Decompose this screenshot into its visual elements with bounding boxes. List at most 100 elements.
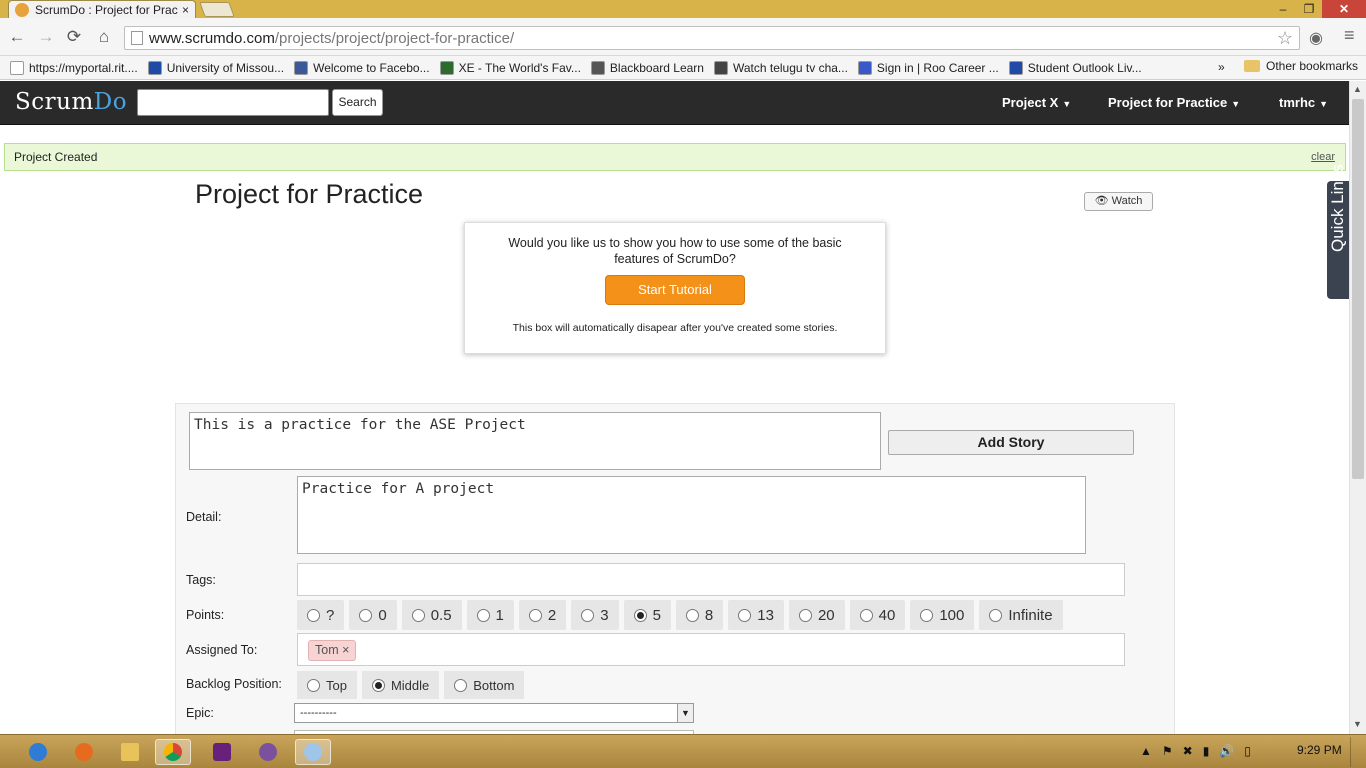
volume-icon[interactable]: 🔊 xyxy=(1219,744,1234,758)
browser-tab[interactable]: ScrumDo : Project for Prac × xyxy=(8,0,196,18)
show-desktop-button[interactable] xyxy=(1350,737,1362,767)
menu-icon[interactable]: ≡ xyxy=(1344,25,1355,46)
add-story-button[interactable]: Add Story xyxy=(888,430,1134,455)
home-icon[interactable]: ⌂ xyxy=(93,27,115,49)
points-radio[interactable] xyxy=(411,608,425,622)
power-icon[interactable]: ▯ xyxy=(1244,744,1251,758)
points-option[interactable]: ? xyxy=(297,600,345,630)
points-option[interactable]: Infinite xyxy=(979,600,1063,630)
scrollbar-thumb[interactable] xyxy=(1352,99,1364,479)
points-radio[interactable] xyxy=(476,608,490,622)
backlog-option[interactable]: Middle xyxy=(361,671,440,699)
points-radio[interactable] xyxy=(989,608,1003,622)
scroll-down-icon[interactable]: ▼ xyxy=(1353,719,1362,729)
assigned-to-input[interactable]: Tom × xyxy=(297,633,1125,666)
quick-links-tab[interactable]: Quick Links xyxy=(1327,164,1349,299)
minimize-button[interactable]: – xyxy=(1270,0,1296,18)
restore-button[interactable]: ❐ xyxy=(1296,0,1322,18)
epic-select[interactable]: ---------- ▼ xyxy=(294,703,694,723)
remove-assignee-icon[interactable]: × xyxy=(342,643,349,657)
extension-icon[interactable]: ◉ xyxy=(1309,28,1323,48)
points-radio[interactable] xyxy=(307,608,320,622)
bookmark-favicon-icon xyxy=(10,60,24,75)
backlog-option-label: Top xyxy=(326,677,347,693)
bookmark-item[interactable]: University of Missou... xyxy=(147,60,284,75)
menu-project-for-practice[interactable]: Project for Practice ▼ xyxy=(1108,95,1240,110)
bookmark-item[interactable]: Sign in | Roo Career ... xyxy=(857,60,999,75)
backlog-radio[interactable] xyxy=(307,678,320,692)
visual-studio-icon[interactable] xyxy=(204,739,240,765)
bookmark-item[interactable]: https://myportal.rit.... xyxy=(10,60,138,75)
points-option[interactable]: 1 xyxy=(466,600,514,630)
bookmark-item[interactable]: Student Outlook Liv... xyxy=(1008,60,1142,75)
scrumdo-favicon-icon xyxy=(15,2,29,17)
points-option[interactable]: 100 xyxy=(910,600,975,630)
points-radio[interactable] xyxy=(359,608,373,622)
tab-close-icon[interactable]: × xyxy=(182,3,189,17)
clock[interactable]: 9:29 PM xyxy=(1297,743,1342,757)
points-option[interactable]: 5 xyxy=(623,600,671,630)
points-radio[interactable] xyxy=(685,608,699,622)
other-bookmarks[interactable]: Other bookmarks xyxy=(1244,59,1358,73)
backlog-radio[interactable] xyxy=(371,678,385,692)
menu-user[interactable]: tmrhc ▼ xyxy=(1279,95,1328,110)
points-radio[interactable] xyxy=(859,608,873,622)
bookmark-item[interactable]: Blackboard Learn xyxy=(590,60,704,75)
story-summary-input[interactable]: This is a practice for the ASE Project xyxy=(189,412,881,470)
points-radio[interactable] xyxy=(920,608,934,622)
watch-button[interactable]: 👁 Watch xyxy=(1084,192,1153,211)
points-option[interactable]: 0.5 xyxy=(401,600,462,630)
bookmark-star-icon[interactable]: ☆ xyxy=(1277,28,1293,49)
detail-label: Detail: xyxy=(186,510,222,524)
points-option[interactable]: 0 xyxy=(349,600,397,630)
network-error-icon[interactable]: ✖ xyxy=(1183,744,1193,758)
bookmark-label: Student Outlook Liv... xyxy=(1027,60,1142,75)
scroll-up-icon[interactable]: ▲ xyxy=(1353,84,1362,94)
backlog-radio[interactable] xyxy=(454,678,468,692)
backlog-option[interactable]: Bottom xyxy=(444,671,525,699)
action-center-flag-icon[interactable]: ⚑ xyxy=(1162,744,1173,758)
chrome-icon[interactable] xyxy=(155,739,191,765)
points-radio[interactable] xyxy=(528,608,542,622)
firefox-icon[interactable] xyxy=(66,739,102,765)
points-radio[interactable] xyxy=(581,608,595,622)
backlog-option[interactable]: Top xyxy=(297,671,357,699)
points-option[interactable]: 40 xyxy=(849,600,906,630)
windows-taskbar: ▲ ⚑ ✖ ▮ 🔊 ▯ 9:29 PM xyxy=(0,734,1366,768)
back-arrow-icon[interactable]: ← xyxy=(6,27,28,49)
bookmark-item[interactable]: Watch telugu tv cha... xyxy=(713,60,848,75)
scrumdo-logo[interactable]: ScrumDo xyxy=(15,89,127,115)
new-tab-button[interactable] xyxy=(199,2,235,17)
address-bar[interactable]: www.scrumdo.com/projects/project/project… xyxy=(124,26,1300,50)
signal-icon[interactable]: ▮ xyxy=(1203,744,1210,758)
app-search-button[interactable]: Search xyxy=(332,89,383,116)
points-radio[interactable] xyxy=(798,608,812,622)
points-option-label: 13 xyxy=(757,606,774,624)
start-tutorial-button[interactable]: Start Tutorial xyxy=(605,275,745,305)
points-radio[interactable] xyxy=(633,608,647,622)
bookmark-item[interactable]: Welcome to Facebo... xyxy=(294,60,430,75)
bookmark-item[interactable]: XE - The World's Fav... xyxy=(439,60,581,75)
paint-icon[interactable] xyxy=(295,739,331,765)
url-host: www.scrumdo.com xyxy=(149,29,275,47)
detail-input[interactable]: Practice for A project xyxy=(297,476,1086,554)
points-radio[interactable] xyxy=(738,608,752,622)
menu-project-x[interactable]: Project X ▼ xyxy=(1002,95,1071,110)
points-option[interactable]: 13 xyxy=(728,600,784,630)
viber-icon[interactable] xyxy=(250,739,286,765)
file-explorer-icon[interactable] xyxy=(112,739,148,765)
page-scrollbar[interactable]: ▲ ▼ xyxy=(1349,81,1366,734)
show-hidden-icons-icon[interactable]: ▲ xyxy=(1140,744,1152,758)
internet-explorer-icon[interactable] xyxy=(20,739,56,765)
points-option[interactable]: 20 xyxy=(788,600,845,630)
points-option[interactable]: 3 xyxy=(571,600,619,630)
points-option[interactable]: 8 xyxy=(675,600,724,630)
forward-arrow-icon[interactable]: → xyxy=(35,27,57,49)
reload-icon[interactable]: ⟳ xyxy=(63,27,85,49)
points-option[interactable]: 2 xyxy=(518,600,567,630)
app-search-input[interactable] xyxy=(137,89,329,116)
points-option-label: 0.5 xyxy=(430,606,452,624)
close-window-button[interactable]: ✕ xyxy=(1322,0,1366,18)
tags-input[interactable] xyxy=(297,563,1125,596)
bookmarks-overflow-button[interactable]: » xyxy=(1218,60,1225,74)
